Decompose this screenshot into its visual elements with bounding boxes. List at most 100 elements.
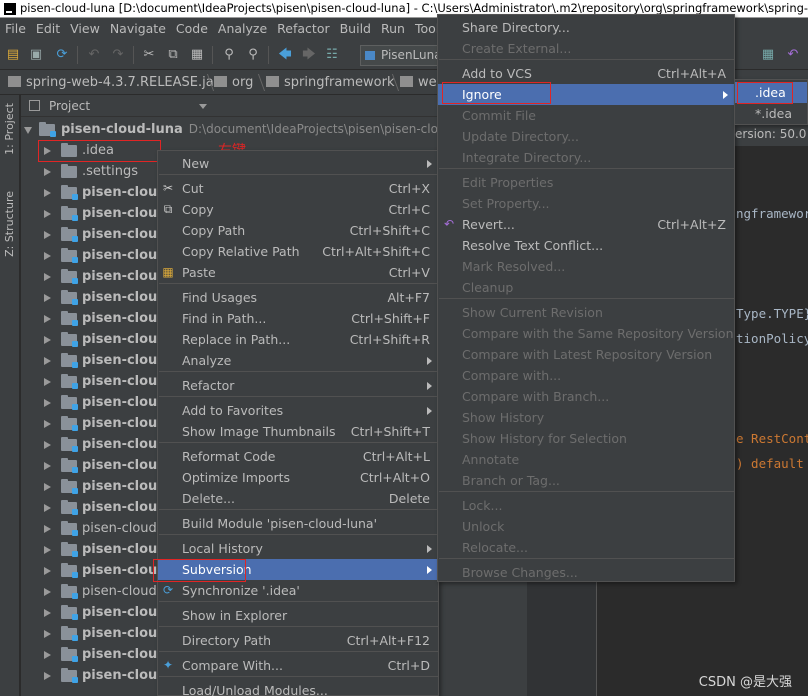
paste-icon[interactable]: ▦ bbox=[189, 47, 205, 63]
cut-icon[interactable]: ✂ bbox=[141, 47, 157, 63]
context-menu-item[interactable]: Show in Explorer bbox=[158, 605, 440, 626]
menu-build[interactable]: Build bbox=[335, 18, 376, 40]
context-menu-item[interactable]: ⟳ Synchronize '.idea' bbox=[158, 580, 440, 601]
context-menu-item[interactable]: Copy Path Ctrl+Shift+C bbox=[158, 220, 440, 241]
expand-arrow-icon[interactable] bbox=[24, 127, 32, 134]
compare-icon: ✦ bbox=[162, 658, 174, 672]
collapsed-arrow-icon[interactable] bbox=[44, 336, 51, 344]
menu-code[interactable]: Code bbox=[171, 18, 213, 40]
collapsed-arrow-icon[interactable] bbox=[44, 504, 51, 512]
structure-icon[interactable]: ▦ bbox=[760, 47, 776, 63]
context-menu-item[interactable]: ▦ Paste Ctrl+V bbox=[158, 262, 440, 283]
collapsed-arrow-icon[interactable] bbox=[44, 483, 51, 491]
breadcrumb-org[interactable]: org bbox=[214, 70, 253, 94]
context-menu-item[interactable]: Refactor bbox=[158, 375, 440, 396]
collapsed-arrow-icon[interactable] bbox=[44, 252, 51, 260]
replace-icon[interactable]: ⚲ bbox=[245, 47, 261, 63]
module-folder-icon bbox=[61, 416, 78, 431]
collapsed-arrow-icon[interactable] bbox=[44, 294, 51, 302]
breadcrumb-springframework[interactable]: springframework bbox=[266, 70, 394, 94]
structure-tool-tab[interactable]: Z: Structure bbox=[3, 191, 16, 257]
context-menu-item[interactable]: Optimize Imports Ctrl+Alt+O bbox=[158, 467, 440, 488]
collapsed-arrow-icon[interactable] bbox=[44, 231, 51, 239]
subversion-menu-item: Commit File bbox=[438, 105, 736, 126]
forward-icon[interactable]: ↷ bbox=[110, 47, 126, 63]
subversion-menu-item: Compare with Branch... bbox=[438, 386, 736, 407]
save-icon[interactable]: ▣ bbox=[28, 47, 44, 63]
ignore-menu-item[interactable]: *.idea bbox=[735, 103, 807, 124]
find-icon[interactable]: ⚲ bbox=[221, 47, 237, 63]
collapsed-arrow-icon[interactable] bbox=[44, 210, 51, 218]
menu-refactor[interactable]: Refactor bbox=[272, 18, 334, 40]
context-menu-item[interactable]: Delete... Delete bbox=[158, 488, 440, 509]
collapsed-arrow-icon[interactable] bbox=[44, 588, 51, 596]
collapsed-arrow-icon[interactable] bbox=[44, 525, 51, 533]
collapsed-arrow-icon[interactable] bbox=[44, 672, 51, 680]
menu-analyze[interactable]: Analyze bbox=[213, 18, 272, 40]
project-panel-title[interactable]: Project bbox=[49, 95, 90, 117]
context-menu-item[interactable]: Replace in Path... Ctrl+Shift+R bbox=[158, 329, 440, 350]
collapsed-arrow-icon[interactable] bbox=[44, 441, 51, 449]
shortcut-label: Ctrl+Shift+R bbox=[349, 332, 430, 347]
context-menu-item[interactable]: ⧉ Copy Ctrl+C bbox=[158, 199, 440, 220]
chevron-down-icon[interactable] bbox=[199, 104, 207, 109]
context-menu-item[interactable]: Add to Favorites bbox=[158, 400, 440, 421]
context-menu-item[interactable]: Find Usages Alt+F7 bbox=[158, 287, 440, 308]
subversion-menu-item[interactable]: ↶ Revert... Ctrl+Alt+Z bbox=[438, 214, 736, 235]
submenu-arrow-icon bbox=[723, 91, 728, 99]
collapsed-arrow-icon[interactable] bbox=[44, 357, 51, 365]
collapsed-arrow-icon[interactable] bbox=[44, 567, 51, 575]
collapsed-arrow-icon[interactable] bbox=[44, 420, 51, 428]
subversion-menu-item[interactable]: Resolve Text Conflict... bbox=[438, 235, 736, 256]
subversion-menu-item: Update Directory... bbox=[438, 126, 736, 147]
menu-file[interactable]: File bbox=[0, 18, 31, 40]
collapsed-arrow-icon[interactable] bbox=[44, 462, 51, 470]
context-menu-item[interactable]: New bbox=[158, 153, 440, 174]
menu-navigate[interactable]: Navigate bbox=[105, 18, 171, 40]
context-menu-item[interactable]: ✦ Compare With... Ctrl+D bbox=[158, 655, 440, 676]
subversion-menu-item-label: Update Directory... bbox=[462, 129, 579, 144]
collapsed-arrow-icon[interactable] bbox=[44, 546, 51, 554]
context-menu-item-label: Paste bbox=[182, 265, 216, 280]
menu-run[interactable]: Run bbox=[376, 18, 410, 40]
nav-forward-icon[interactable]: 🡆 bbox=[301, 47, 317, 63]
context-menu-item[interactable]: Build Module 'pisen-cloud-luna' bbox=[158, 513, 440, 534]
back-icon[interactable]: ↶ bbox=[86, 47, 102, 63]
shortcut-label: Ctrl+Shift+F bbox=[351, 311, 430, 326]
sync-icon[interactable]: ⟳ bbox=[54, 47, 70, 63]
context-menu-item[interactable]: Find in Path... Ctrl+Shift+F bbox=[158, 308, 440, 329]
breadcrumb-jar[interactable]: spring-web-4.3.7.RELEASE.jar bbox=[8, 70, 219, 94]
context-menu-item[interactable]: Show Image Thumbnails Ctrl+Shift+T bbox=[158, 421, 440, 442]
collapsed-arrow-icon[interactable] bbox=[44, 651, 51, 659]
package-icon bbox=[266, 76, 279, 87]
collapsed-arrow-icon[interactable] bbox=[44, 630, 51, 638]
collapsed-arrow-icon[interactable] bbox=[44, 273, 51, 281]
subversion-menu-item: Compare with... bbox=[438, 365, 736, 386]
collapsed-arrow-icon[interactable] bbox=[44, 378, 51, 386]
subversion-menu-item[interactable]: Share Directory... bbox=[438, 17, 736, 38]
subversion-menu-item[interactable]: Add to VCS Ctrl+Alt+A bbox=[438, 63, 736, 84]
collapsed-arrow-icon[interactable] bbox=[44, 609, 51, 617]
module-folder-icon bbox=[61, 353, 78, 368]
undo-icon[interactable]: ↶ bbox=[785, 47, 801, 63]
run-config-combo[interactable]: PisenLuna bbox=[360, 45, 442, 66]
context-menu-item[interactable]: Local History bbox=[158, 538, 440, 559]
collapsed-arrow-icon[interactable] bbox=[44, 189, 51, 197]
context-menu-item[interactable]: Directory Path Ctrl+Alt+F12 bbox=[158, 630, 440, 651]
context-menu-item[interactable]: Copy Relative Path Ctrl+Alt+Shift+C bbox=[158, 241, 440, 262]
context-menu-item[interactable]: Analyze bbox=[158, 350, 440, 371]
collapsed-arrow-icon[interactable] bbox=[44, 315, 51, 323]
project-tool-tab[interactable]: 1: Project bbox=[3, 103, 16, 155]
collapsed-arrow-icon[interactable] bbox=[44, 399, 51, 407]
copy-icon[interactable]: ⧉ bbox=[165, 47, 181, 63]
menu-view[interactable]: View bbox=[65, 18, 105, 40]
context-menu-item[interactable]: Load/Unload Modules... bbox=[158, 680, 440, 696]
open-folder-icon[interactable]: ▤ bbox=[5, 47, 21, 63]
nav-back-icon[interactable]: 🡄 bbox=[277, 47, 293, 63]
context-menu-item[interactable]: Reformat Code Ctrl+Alt+L bbox=[158, 446, 440, 467]
collapsed-arrow-icon[interactable] bbox=[44, 168, 51, 176]
context-menu-item[interactable]: ✂ Cut Ctrl+X bbox=[158, 178, 440, 199]
subversion-menu-item-label: Edit Properties bbox=[462, 175, 554, 190]
build-icon[interactable]: ☷ bbox=[324, 47, 340, 63]
menu-edit[interactable]: Edit bbox=[31, 18, 65, 40]
